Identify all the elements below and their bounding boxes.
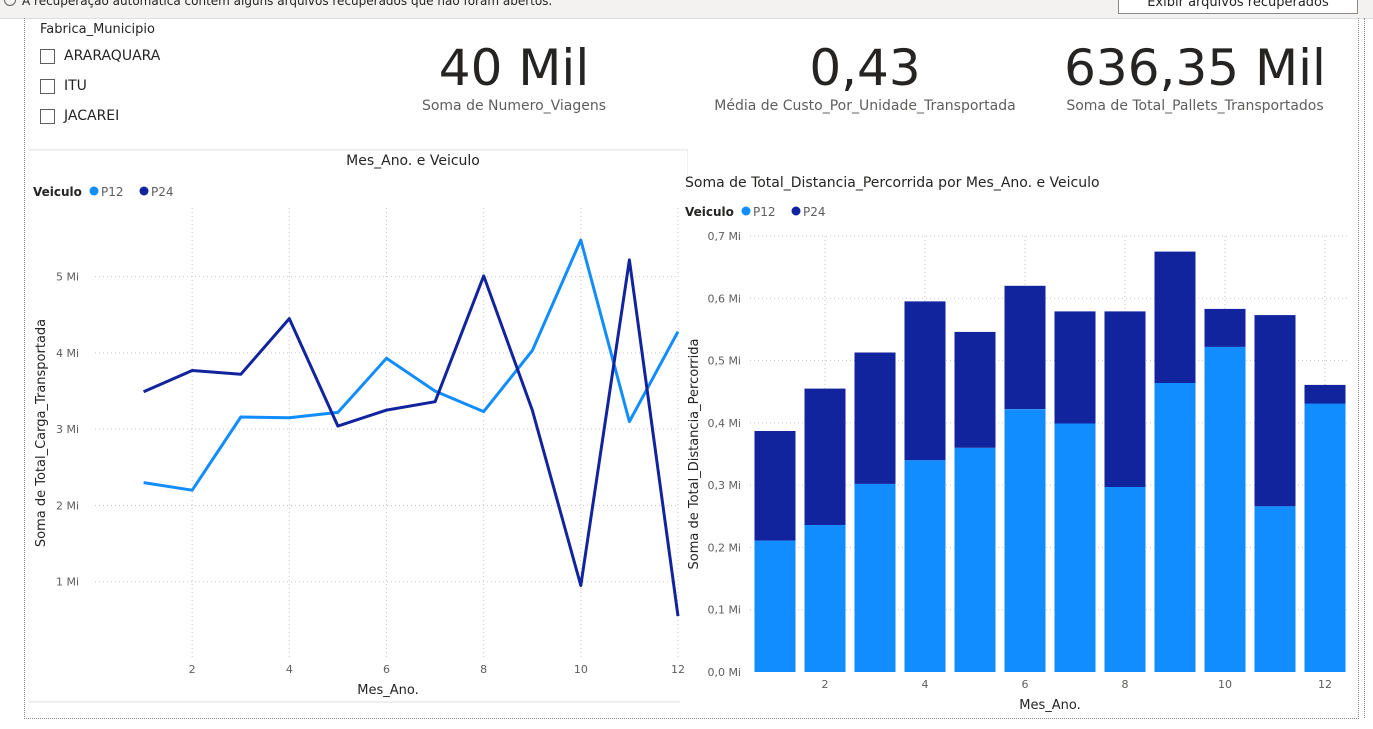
y-tick-label: 0,3 Mi <box>707 479 741 492</box>
slicer-item-label: ARARAQUARA <box>64 48 161 64</box>
legend-marker <box>89 186 99 196</box>
x-axis-label: Mes_Ano. <box>1019 698 1080 713</box>
bar-p12-5 <box>954 447 996 672</box>
bar-p24-4 <box>904 301 946 461</box>
bar-p24-12 <box>1304 384 1346 404</box>
bar-p24-1 <box>754 431 796 541</box>
y-tick-label: 4 Mi <box>56 347 79 360</box>
checkbox[interactable] <box>40 78 55 94</box>
notification-bar: A recuperação automática contém alguns a… <box>0 0 1373 19</box>
x-tick-label: 8 <box>480 663 487 676</box>
kpi-label: Média de Custo_Por_Unidade_Transportada <box>714 98 1016 114</box>
bar-p24-9 <box>1154 251 1196 383</box>
y-tick-label: 2 Mi <box>56 499 79 512</box>
slicer-title: Fabrica_Municipio <box>40 22 155 37</box>
bar-p12-9 <box>1154 383 1196 672</box>
slicer-item-araraquara[interactable]: ARARAQUARA <box>40 46 160 66</box>
kpi-label: Soma de Numero_Viagens <box>421 98 607 114</box>
y-tick-label: 0,6 Mi <box>707 292 741 305</box>
bar-p12-12 <box>1304 403 1346 672</box>
x-tick-label: 10 <box>574 663 588 676</box>
slicer-item-jacarei[interactable]: JACAREI <box>40 106 119 126</box>
y-axis-label: Soma de Total_Distancia_Percorrida <box>687 339 702 570</box>
bar-p12-2 <box>804 525 846 672</box>
legend-marker <box>139 186 149 196</box>
series-line-p12 <box>143 238 680 492</box>
legend-title: Veiculo <box>685 205 734 219</box>
legend-label: P24 <box>803 205 826 219</box>
bar-p24-10 <box>1204 308 1246 347</box>
y-tick-label: 5 Mi <box>56 271 79 284</box>
legend-label: P24 <box>151 185 174 199</box>
bar-p24-8 <box>1104 311 1146 487</box>
info-icon <box>4 0 16 6</box>
vertical-scrollbar[interactable] <box>1364 18 1367 718</box>
x-tick-label: 2 <box>189 663 196 676</box>
legend-marker <box>791 206 801 216</box>
y-tick-label: 0,4 Mi <box>707 417 741 430</box>
chart-title: Soma de Total_Distancia_Percorrida por M… <box>685 175 1100 191</box>
line-chart[interactable]: Mes_Ano. e Veiculo Veiculo P12 P24 1 Mi 2 Mi 3… <box>28 148 688 706</box>
kpi-value: 636,35 Mil <box>1064 39 1326 97</box>
y-tick-label: 0,1 Mi <box>707 604 741 617</box>
y-tick-label: 0,5 Mi <box>707 355 741 368</box>
x-tick-label: 4 <box>286 663 293 676</box>
checkbox[interactable] <box>40 108 55 124</box>
slicer-item-label: ITU <box>64 78 87 94</box>
legend-label: P12 <box>101 185 124 199</box>
bar-p24-3 <box>854 352 896 484</box>
bar-p24-5 <box>954 331 996 448</box>
x-axis-label: Mes_Ano. <box>357 683 418 698</box>
series-line-p24 <box>142 258 680 617</box>
chart-title: Mes_Ano. e Veiculo <box>346 153 480 169</box>
legend-marker <box>741 206 751 216</box>
bar-p12-4 <box>904 460 946 672</box>
x-tick-label: 12 <box>1318 678 1332 691</box>
bar-p24-6 <box>1004 285 1046 410</box>
bar-p24-7 <box>1054 311 1096 424</box>
bar-p12-6 <box>1004 409 1046 672</box>
show-recovered-files-button[interactable]: Exibir arquivos recuperados <box>1118 0 1358 14</box>
bar-p12-10 <box>1204 346 1246 672</box>
y-tick-label: 3 Mi <box>56 423 79 436</box>
bar-p12-3 <box>854 483 896 672</box>
y-tick-label: 0,7 Mi <box>707 230 741 243</box>
slicer-item-itu[interactable]: ITU <box>40 76 87 96</box>
x-tick-label: 6 <box>1022 678 1029 691</box>
legend-label: P12 <box>753 205 776 219</box>
y-tick-label: 1 Mi <box>56 576 79 589</box>
bar-p12-7 <box>1054 423 1096 672</box>
y-axis-label: Soma de Total_Carga_Transportada <box>34 319 49 547</box>
kpi-label: Soma de Total_Pallets_Transportados <box>1066 98 1324 114</box>
stacked-bar-chart[interactable]: Soma de Total_Distancia_Percorrida por M… <box>680 168 1356 716</box>
y-tick-label: 0,2 Mi <box>707 541 741 554</box>
kpi-card-custo[interactable]: 0,43 Média de Custo_Por_Unidade_Transpor… <box>690 40 1040 114</box>
slicer-item-label: JACAREI <box>64 108 120 124</box>
x-tick-label: 8 <box>1122 678 1129 691</box>
x-tick-label: 6 <box>383 663 390 676</box>
bar-p24-11 <box>1254 315 1296 507</box>
bar-p24-2 <box>804 388 846 525</box>
kpi-value: 0,43 <box>809 39 921 97</box>
x-tick-label: 2 <box>822 678 829 691</box>
notification-message: A recuperação automática contém alguns a… <box>22 0 553 8</box>
bar-p12-1 <box>754 540 796 672</box>
x-tick-label: 4 <box>922 678 929 691</box>
kpi-card-viagens[interactable]: 40 Mil Soma de Numero_Viagens <box>404 40 624 114</box>
legend-title: Veiculo <box>33 185 82 199</box>
bar-p12-11 <box>1254 506 1296 672</box>
kpi-value: 40 Mil <box>438 39 590 97</box>
checkbox[interactable] <box>40 48 55 64</box>
bar-p12-8 <box>1104 487 1146 672</box>
kpi-card-pallets[interactable]: 636,35 Mil Soma de Total_Pallets_Transpo… <box>1050 40 1340 114</box>
x-tick-label: 10 <box>1218 678 1232 691</box>
y-tick-label: 0,0 Mi <box>707 666 741 679</box>
